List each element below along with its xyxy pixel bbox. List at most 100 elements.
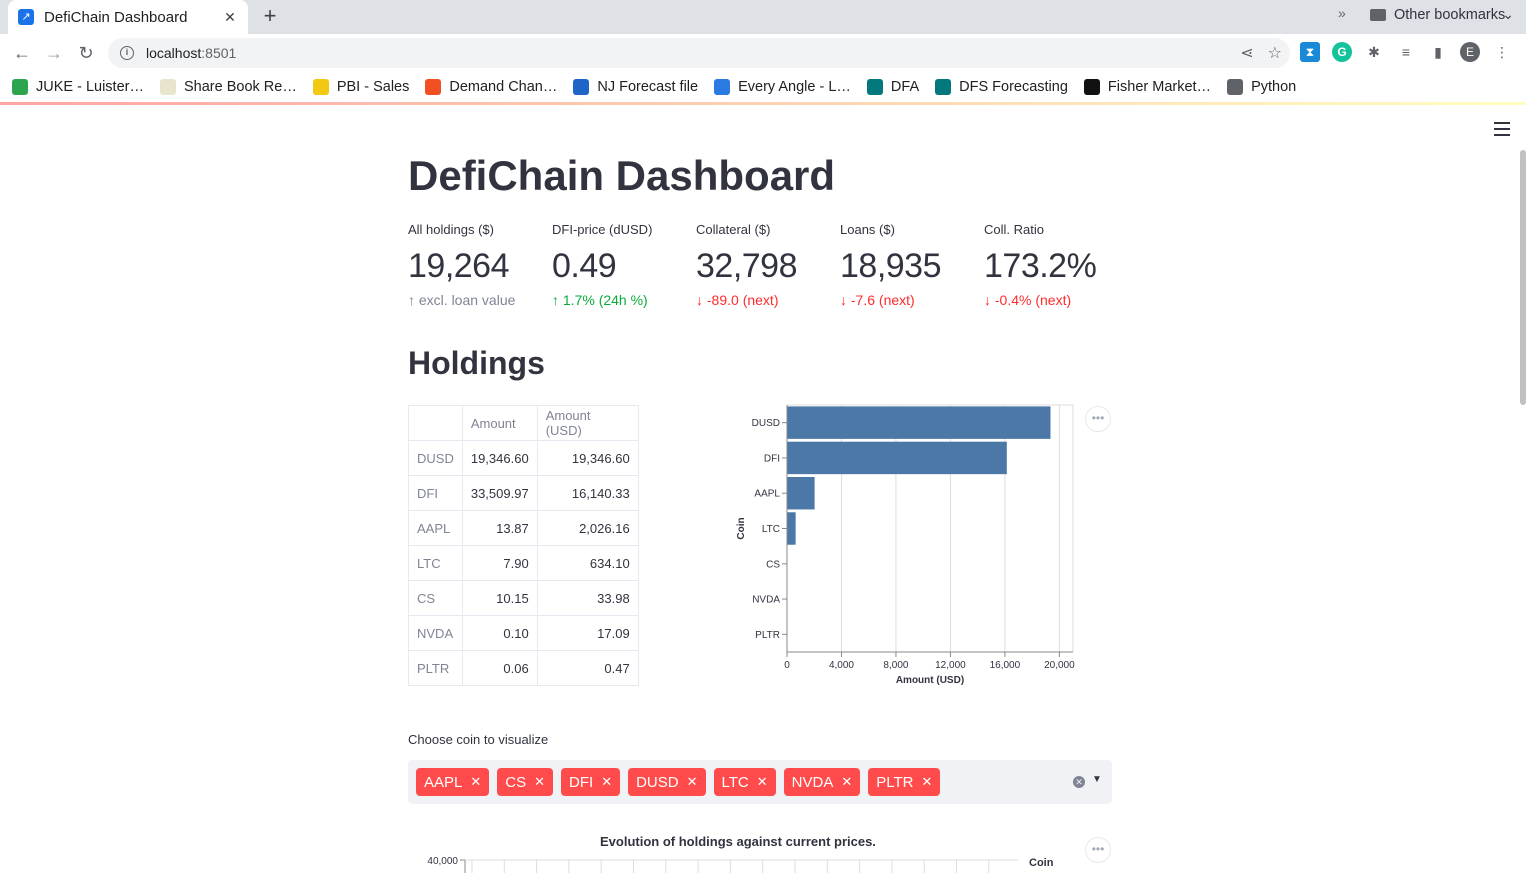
coin-chip[interactable]: AAPL ✕ bbox=[416, 768, 490, 796]
row-index-coin: AAPL bbox=[408, 510, 463, 546]
cell-amount-usd[interactable]: 634.10 bbox=[536, 545, 639, 581]
address-bar[interactable]: i localhost:8501 ⋖ ☆ bbox=[108, 38, 1290, 68]
share-icon[interactable]: ⋖ bbox=[1240, 43, 1253, 63]
bar[interactable] bbox=[787, 476, 815, 510]
bookmark-item[interactable]: NJ Forecast file bbox=[573, 79, 698, 95]
fisher-icon bbox=[1083, 79, 1100, 95]
grammarly-icon[interactable]: G bbox=[1332, 42, 1352, 62]
bookmark-item[interactable]: DFS Forecasting bbox=[935, 79, 1068, 95]
reload-icon[interactable]: ↻ bbox=[74, 41, 98, 65]
coin-chip[interactable]: LTC ✕ bbox=[713, 768, 776, 796]
bookmark-item[interactable]: DFA bbox=[866, 79, 919, 95]
bookmark-item[interactable]: Share Book Re… bbox=[159, 79, 297, 95]
coin-chip[interactable]: NVDA ✕ bbox=[783, 768, 861, 796]
cell-amount[interactable]: 13.87 bbox=[461, 510, 538, 546]
site-info-icon[interactable]: i bbox=[120, 46, 134, 60]
table-header-amount-usd[interactable]: Amount (USD) bbox=[536, 405, 639, 441]
metric-delta-text: -7.6 (next) bbox=[850, 292, 915, 308]
metric-value: 0.49 bbox=[552, 247, 617, 285]
cell-amount[interactable]: 19,346.60 bbox=[461, 440, 538, 476]
extension-hourglass-icon[interactable]: ⧗ bbox=[1300, 42, 1320, 62]
app-menu-hamburger-icon[interactable] bbox=[1494, 122, 1510, 140]
holdings-table[interactable]: Amount Amount (USD) DUSD 19,346.60 19,346.… bbox=[408, 405, 639, 686]
table-row[interactable]: PLTR 0.06 0.47 bbox=[408, 650, 639, 686]
table-header-index bbox=[408, 405, 463, 441]
bar[interactable] bbox=[787, 441, 1007, 475]
bar[interactable] bbox=[787, 406, 1051, 439]
chip-remove-icon[interactable]: ✕ bbox=[601, 774, 612, 790]
chip-remove-icon[interactable]: ✕ bbox=[534, 774, 545, 790]
holdings-bar-chart[interactable]: 0 4,000 8,000 12,000 16,000 20,000 DUSD DFI AAPL… bbox=[730, 400, 1090, 695]
extensions-puzzle-icon[interactable]: ✱ bbox=[1364, 42, 1384, 62]
browser-menu-icon[interactable]: ⋮ bbox=[1492, 42, 1512, 62]
bookmark-label: PBI - Sales bbox=[336, 79, 410, 95]
table-row[interactable]: AAPL 13.87 2,026.16 bbox=[408, 510, 639, 546]
cell-amount-usd[interactable]: 17.09 bbox=[536, 615, 639, 651]
evolution-chart[interactable]: 40,000 bbox=[408, 850, 1028, 873]
bookmark-item[interactable]: Fisher Market… bbox=[1083, 79, 1211, 95]
page-scrollbar[interactable] bbox=[1520, 150, 1526, 405]
browser-tab-active[interactable]: ↗ DefiChain Dashboard ✕ bbox=[8, 0, 248, 34]
coin-select-label: Choose coin to visualize bbox=[408, 732, 549, 747]
cell-amount[interactable]: 0.06 bbox=[461, 650, 538, 686]
new-tab-button[interactable]: + bbox=[258, 4, 282, 28]
bookmarks-overflow-icon[interactable]: » bbox=[1338, 5, 1346, 21]
chip-remove-icon[interactable]: ✕ bbox=[687, 774, 698, 790]
browser-toolbar: ← → ↻ i localhost:8501 ⋖ ☆ ⧗ G ✱ ≡ ▮ E ⋮ bbox=[0, 34, 1526, 72]
metric-delta: ↓ -7.6 (next) bbox=[840, 292, 980, 308]
bar[interactable] bbox=[787, 512, 796, 545]
cell-amount[interactable]: 0.10 bbox=[461, 615, 538, 651]
folder-icon bbox=[1227, 79, 1244, 95]
bookmark-item[interactable]: Demand Chan… bbox=[425, 79, 557, 95]
table-row[interactable]: DUSD 19,346.60 19,346.60 bbox=[408, 440, 639, 476]
side-panel-icon[interactable]: ▮ bbox=[1428, 42, 1448, 62]
media-control-icon[interactable]: ≡ bbox=[1396, 42, 1416, 62]
other-bookmarks-folder[interactable]: Other bookmarks bbox=[1370, 0, 1505, 30]
chip-remove-icon[interactable]: ✕ bbox=[470, 774, 481, 790]
coin-chip[interactable]: CS ✕ bbox=[497, 768, 554, 796]
table-row[interactable]: CS 10.15 33.98 bbox=[408, 580, 639, 616]
sharepoint-icon bbox=[935, 79, 952, 95]
metric-label: All holdings ($) bbox=[408, 222, 494, 237]
coin-multiselect[interactable]: AAPL ✕ CS ✕ DFI ✕ DUSD ✕ LTC ✕ NVDA ✕ PLTR ✕ ✕ ▼ bbox=[408, 760, 1112, 804]
back-arrow-icon[interactable]: ← bbox=[10, 41, 34, 65]
cell-amount-usd[interactable]: 16,140.33 bbox=[536, 475, 639, 511]
tab-close-icon[interactable]: ✕ bbox=[222, 9, 238, 26]
metric-delta-text: excl. loan value bbox=[418, 292, 516, 308]
x-tick-label: 20,000 bbox=[1044, 660, 1075, 671]
dropdown-caret-icon[interactable]: ▼ bbox=[1092, 774, 1102, 785]
chip-label: NVDA bbox=[791, 773, 834, 791]
table-row[interactable]: LTC 7.90 634.10 bbox=[408, 545, 639, 581]
table-row[interactable]: DFI 33,509.97 16,140.33 bbox=[408, 475, 639, 511]
cell-amount[interactable]: 7.90 bbox=[461, 545, 538, 581]
bookmark-item[interactable]: PBI - Sales bbox=[312, 79, 410, 95]
bookmark-star-icon[interactable]: ☆ bbox=[1268, 43, 1282, 63]
chart-menu-button[interactable]: ••• bbox=[1085, 406, 1111, 432]
evolution-chart-menu-button[interactable]: ••• bbox=[1085, 837, 1111, 863]
table-row[interactable]: NVDA 0.10 17.09 bbox=[408, 615, 639, 651]
metric-delta: ↑ excl. loan value bbox=[408, 292, 548, 308]
coin-chip[interactable]: DFI ✕ bbox=[561, 768, 621, 796]
cell-amount[interactable]: 10.15 bbox=[461, 580, 538, 616]
chip-remove-icon[interactable]: ✕ bbox=[841, 774, 852, 790]
coin-chip[interactable]: DUSD ✕ bbox=[628, 768, 706, 796]
cell-amount-usd[interactable]: 19,346.60 bbox=[536, 440, 639, 476]
cell-amount-usd[interactable]: 33.98 bbox=[536, 580, 639, 616]
bookmark-item[interactable]: Every Angle - L… bbox=[714, 79, 851, 95]
bookmarks-bar: JUKE - Luister… Share Book Re… PBI - Sales… bbox=[0, 72, 1526, 102]
metric-label: Coll. Ratio bbox=[984, 222, 1044, 237]
bookmark-item[interactable]: JUKE - Luister… bbox=[12, 79, 144, 95]
cell-amount-usd[interactable]: 0.47 bbox=[536, 650, 639, 686]
chip-remove-icon[interactable]: ✕ bbox=[921, 774, 932, 790]
bookmark-item[interactable]: Python bbox=[1227, 79, 1296, 95]
forward-arrow-icon[interactable]: → bbox=[42, 41, 66, 65]
coin-chip[interactable]: PLTR ✕ bbox=[868, 768, 941, 796]
chip-remove-icon[interactable]: ✕ bbox=[757, 774, 768, 790]
clear-all-icon[interactable]: ✕ bbox=[1073, 776, 1085, 788]
profile-avatar[interactable]: E bbox=[1460, 42, 1480, 62]
cell-amount[interactable]: 33,509.97 bbox=[461, 475, 538, 511]
y-tick-label: NVDA bbox=[752, 595, 780, 606]
table-header-amount[interactable]: Amount bbox=[461, 405, 538, 441]
cell-amount-usd[interactable]: 2,026.16 bbox=[536, 510, 639, 546]
metric-value: 19,264 bbox=[408, 247, 510, 285]
